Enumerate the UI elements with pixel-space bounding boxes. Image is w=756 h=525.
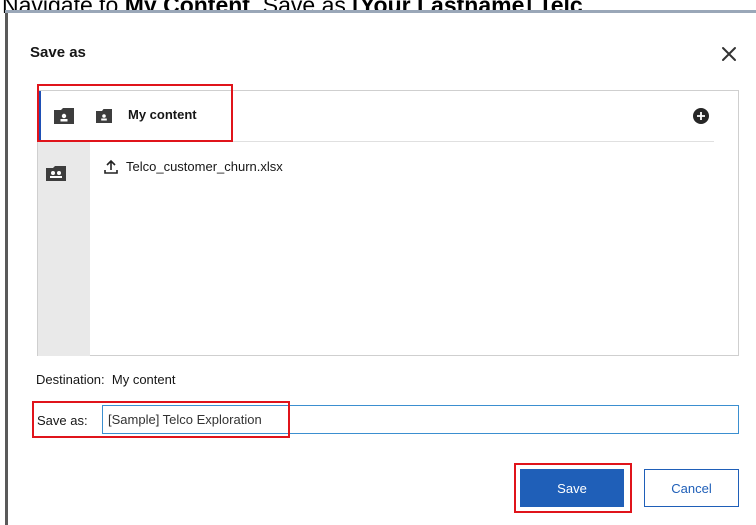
team-folder-icon[interactable] xyxy=(46,166,66,181)
destination-label-text: Destination: xyxy=(36,372,105,387)
header-divider xyxy=(90,141,714,142)
folder-user-icon xyxy=(54,108,74,124)
close-button[interactable] xyxy=(717,42,741,66)
save-button[interactable]: Save xyxy=(520,469,624,507)
dialog-title: Save as xyxy=(30,44,86,61)
current-folder-label: My content xyxy=(128,107,197,122)
close-icon xyxy=(722,47,736,61)
destination-value: My content xyxy=(111,372,176,387)
cancel-button[interactable]: Cancel xyxy=(644,469,739,507)
upload-icon xyxy=(104,159,118,174)
folder-user-icon xyxy=(96,109,112,123)
save-as-label: Save as: xyxy=(37,413,88,428)
destination-label: Destination: My content xyxy=(36,372,175,387)
add-folder-button[interactable] xyxy=(692,107,710,125)
file-name: Telco_customer_churn.xlsx xyxy=(126,159,283,174)
folder-browser: My content Telco_customer_churn.xlsx xyxy=(37,90,739,356)
selection-indicator xyxy=(38,91,41,141)
folder-header-row[interactable]: My content xyxy=(38,91,738,141)
add-circle-icon xyxy=(693,108,709,124)
list-item[interactable]: Telco_customer_churn.xlsx xyxy=(90,151,710,185)
save-as-name-input[interactable] xyxy=(102,405,739,434)
